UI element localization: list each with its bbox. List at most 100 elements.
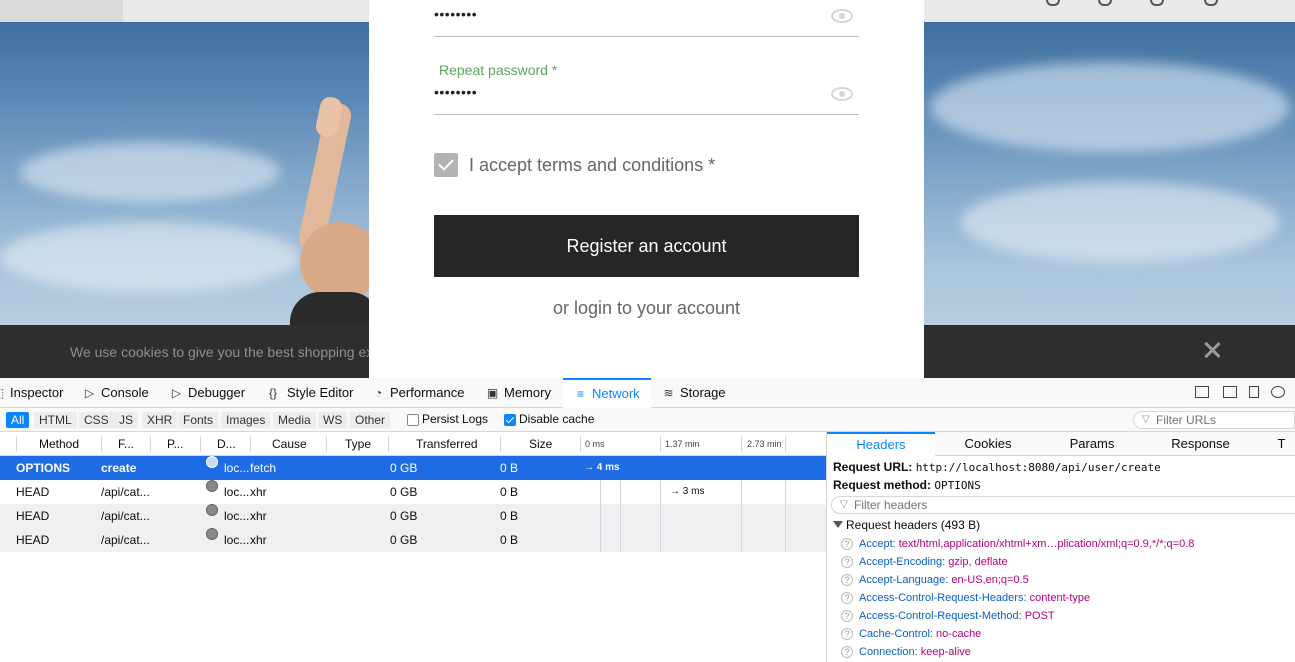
- account-icon[interactable]: [1204, 0, 1218, 6]
- persist-logs-label[interactable]: Persist Logs: [422, 412, 488, 426]
- tab-timings[interactable]: T: [1267, 432, 1295, 456]
- filter-css[interactable]: CSS: [79, 412, 114, 428]
- tab-label: Memory: [504, 385, 551, 400]
- persist-logs-checkbox[interactable]: [407, 414, 419, 426]
- header-row[interactable]: ? Accept-Encoding: gzip, deflate: [841, 553, 1008, 571]
- header-row[interactable]: ? Access-Control-Request-Method: POST: [841, 607, 1055, 625]
- password-field[interactable]: ••••••••: [434, 0, 859, 37]
- repeat-password-field[interactable]: ••••••••: [434, 78, 859, 115]
- help-icon[interactable]: ?: [841, 592, 853, 605]
- tab-performance[interactable]: ◔ Performance: [372, 378, 465, 408]
- tab-headers[interactable]: Headers: [827, 432, 935, 456]
- filter-media[interactable]: Media: [273, 412, 316, 428]
- row-transferred: 0 GB: [390, 509, 418, 523]
- filter-ws[interactable]: WS: [318, 412, 348, 428]
- row-transferred: 0 GB: [390, 461, 418, 475]
- tab-cookies[interactable]: Cookies: [935, 432, 1041, 456]
- row-domain: loc...: [224, 509, 250, 523]
- wishlist-icon[interactable]: [1098, 0, 1112, 6]
- terms-label[interactable]: I accept terms and conditions *: [469, 155, 715, 176]
- cart-icon[interactable]: [1150, 0, 1164, 6]
- row-domain: loc...: [224, 533, 250, 547]
- row-method: HEAD: [16, 485, 50, 499]
- filter-headers-input[interactable]: ▽ Filter headers: [831, 496, 1295, 514]
- help-icon[interactable]: ?: [841, 574, 853, 587]
- help-icon[interactable]: ?: [841, 610, 853, 623]
- help-icon[interactable]: ?: [841, 628, 853, 641]
- site-top-bar-left: [0, 0, 123, 22]
- column-domain[interactable]: D...: [217, 432, 236, 456]
- console-icon: ▷: [84, 386, 95, 400]
- table-row[interactable]: HEAD /api/cat... loc... xhr 0 GB 0 B → 3…: [0, 480, 826, 504]
- column-transferred[interactable]: Transferred: [416, 432, 478, 456]
- filter-images[interactable]: Images: [221, 412, 271, 428]
- password-value: ••••••••: [434, 6, 478, 22]
- tab-params[interactable]: Params: [1041, 432, 1143, 456]
- help-icon[interactable]: ?: [841, 646, 853, 659]
- tab-console[interactable]: ▷ Console: [83, 378, 149, 408]
- header-name: Accept-Encoding:: [859, 556, 946, 568]
- disable-cache-checkbox[interactable]: [504, 414, 516, 426]
- tab-network[interactable]: ≡ Network: [563, 378, 651, 408]
- header-row[interactable]: ? Connection: keep-alive: [841, 643, 971, 661]
- split-console-icon[interactable]: [1223, 386, 1237, 398]
- request-headers-toggle[interactable]: Request headers (493 B): [833, 518, 980, 532]
- tab-response[interactable]: Response: [1143, 432, 1258, 456]
- eye-icon[interactable]: [831, 87, 853, 101]
- login-link[interactable]: or login to your account: [434, 298, 859, 319]
- header-row[interactable]: ? Accept: text/html,application/xhtml+xm……: [841, 535, 1194, 553]
- row-size: 0 B: [500, 509, 519, 523]
- column-size[interactable]: Size: [529, 432, 552, 456]
- header-value: no-cache: [936, 628, 982, 640]
- header-row[interactable]: ? Accept-Language: en-US,en;q=0.5: [841, 571, 1029, 589]
- column-type[interactable]: Type: [345, 432, 371, 456]
- help-icon[interactable]: ?: [841, 538, 853, 551]
- row-domain: loc...: [224, 461, 250, 475]
- register-button[interactable]: Register an account: [434, 215, 859, 277]
- request-method-row: Request method: OPTIONS: [833, 478, 981, 492]
- row-transferred: 0 GB: [390, 533, 418, 547]
- tab-memory[interactable]: ▣ Memory: [486, 378, 551, 408]
- devtools-toolbar: ⬚ Inspector ▷ Console ▷ Debugger {} Style Ed…: [0, 378, 1295, 408]
- header-row[interactable]: ? Access-Control-Request-Headers: content…: [841, 589, 1090, 607]
- filter-other[interactable]: Other: [350, 412, 391, 428]
- row-method: OPTIONS: [16, 461, 71, 475]
- filter-html[interactable]: HTML: [34, 412, 77, 428]
- eye-icon[interactable]: [831, 9, 853, 23]
- row-file: /api/cat...: [101, 485, 150, 499]
- table-row[interactable]: HEAD /api/cat... loc... xhr 0 GB 0 B: [0, 504, 826, 528]
- column-method[interactable]: Method: [39, 432, 79, 456]
- table-row[interactable]: HEAD /api/cat... loc... xhr 0 GB 0 B: [0, 528, 826, 552]
- request-method-value: OPTIONS: [934, 479, 981, 492]
- tab-label: Style Editor: [287, 385, 354, 400]
- filter-fonts[interactable]: Fonts: [178, 412, 219, 428]
- header-row[interactable]: ? Cache-Control: no-cache: [841, 625, 981, 643]
- column-file[interactable]: F...: [118, 432, 134, 456]
- tab-style-editor[interactable]: {} Style Editor: [264, 378, 354, 408]
- header-value: keep-alive: [920, 646, 971, 658]
- filter-urls-input[interactable]: ▽ Filter URLs: [1133, 411, 1295, 429]
- dock-icon[interactable]: [1195, 386, 1209, 398]
- header-name: Accept:: [859, 538, 896, 550]
- disable-cache-label[interactable]: Disable cache: [519, 412, 594, 426]
- column-cause[interactable]: Cause: [272, 432, 307, 456]
- timeline-tick: 1.37 min: [665, 439, 700, 449]
- column-protocol[interactable]: P...: [167, 432, 183, 456]
- responsive-design-icon[interactable]: [1249, 386, 1259, 398]
- gear-icon[interactable]: [1271, 386, 1285, 398]
- help-icon[interactable]: ?: [841, 556, 853, 569]
- row-file: /api/cat...: [101, 509, 150, 523]
- tab-storage[interactable]: ≋ Storage: [662, 378, 725, 408]
- filter-all[interactable]: All: [6, 412, 30, 428]
- request-url-value: http://localhost:8080/api/user/create: [915, 461, 1161, 474]
- close-icon[interactable]: [1201, 339, 1223, 361]
- filter-js[interactable]: JS: [114, 412, 139, 428]
- tab-debugger[interactable]: ▷ Debugger: [170, 378, 245, 408]
- repeat-password-value: ••••••••: [434, 84, 478, 100]
- globe-icon: [206, 456, 218, 468]
- filter-xhr[interactable]: XHR: [142, 412, 178, 428]
- terms-checkbox[interactable]: [434, 153, 458, 177]
- tab-inspector[interactable]: ⬚ Inspector: [0, 378, 63, 408]
- table-row[interactable]: OPTIONS create loc... fetch 0 GB 0 B → 4…: [0, 456, 826, 480]
- search-icon[interactable]: [1046, 0, 1060, 6]
